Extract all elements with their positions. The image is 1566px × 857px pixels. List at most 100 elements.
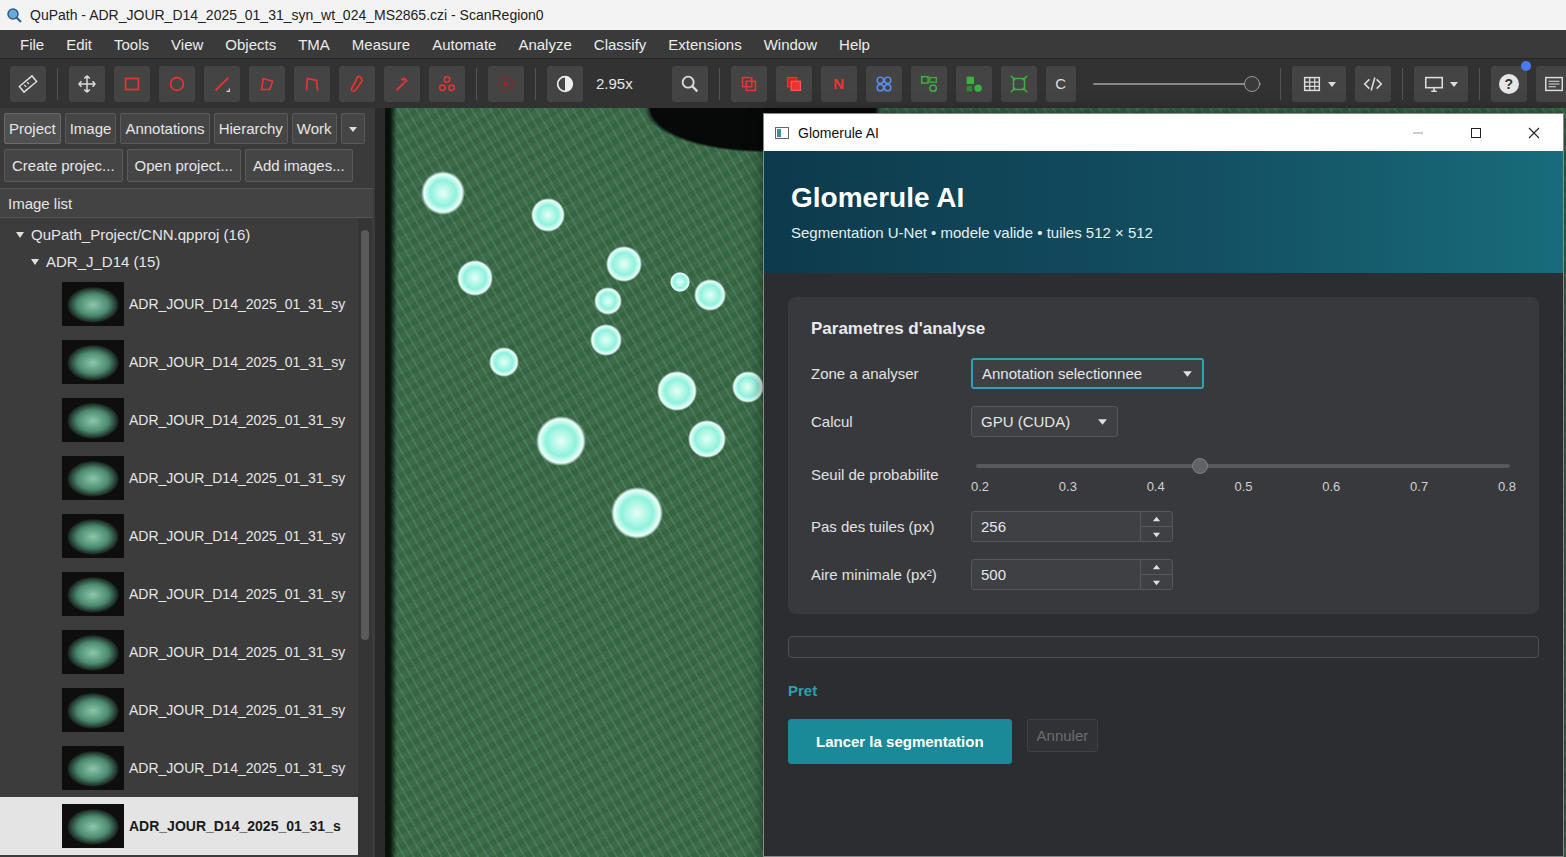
menu-item[interactable]: View bbox=[160, 36, 214, 53]
list-scrollbar[interactable] bbox=[358, 218, 372, 857]
menu-item[interactable]: Analyze bbox=[507, 36, 582, 53]
image-entry[interactable]: ADR_JOUR_D14_2025_01_31_sy bbox=[0, 681, 358, 739]
ellipse-tool-button[interactable] bbox=[159, 66, 195, 102]
minimize-button[interactable] bbox=[1389, 114, 1447, 151]
slider-tick-label: 0.2 bbox=[971, 479, 989, 494]
image-entry[interactable]: ADR_JOUR_D14_2025_01_31_sy bbox=[0, 507, 358, 565]
log-panel-button[interactable] bbox=[1536, 66, 1566, 102]
toolbar-separator bbox=[476, 68, 477, 100]
project-button[interactable]: Create projec... bbox=[4, 149, 123, 182]
toolbar-separator bbox=[1479, 68, 1480, 100]
show-connections-button[interactable] bbox=[1001, 66, 1037, 102]
increment-button[interactable] bbox=[1141, 560, 1172, 574]
menu-item[interactable]: Automate bbox=[421, 36, 507, 53]
expand-triangle-icon[interactable] bbox=[15, 230, 25, 240]
fill-annotations-button[interactable] bbox=[776, 66, 812, 102]
show-names-button[interactable]: N bbox=[821, 66, 857, 102]
opacity-slider[interactable] bbox=[1093, 74, 1261, 94]
parameter-spinner[interactable]: 500 bbox=[971, 559, 1173, 590]
panel-tab[interactable]: Project bbox=[4, 113, 61, 144]
spinner-value[interactable]: 500 bbox=[972, 560, 1140, 589]
up-arrow-icon bbox=[1152, 563, 1161, 572]
panel-splitter[interactable] bbox=[375, 108, 385, 857]
wand-tool-button[interactable] bbox=[384, 66, 420, 102]
toolbar-separator bbox=[1280, 68, 1281, 100]
group-node[interactable]: ADR_J_D14 (15) bbox=[0, 248, 358, 275]
menu-item[interactable]: Window bbox=[753, 36, 828, 53]
close-button[interactable] bbox=[1505, 114, 1563, 151]
show-annotations-button[interactable] bbox=[731, 66, 767, 102]
brush-tool-button[interactable] bbox=[339, 66, 375, 102]
spinner-value[interactable]: 256 bbox=[972, 512, 1140, 541]
move-tool-button[interactable] bbox=[69, 66, 105, 102]
line-tool-button[interactable] bbox=[204, 66, 240, 102]
increment-button[interactable] bbox=[1141, 512, 1172, 526]
menu-item[interactable]: Objects bbox=[214, 36, 287, 53]
scrollbar-thumb[interactable] bbox=[361, 230, 369, 640]
slider-knob[interactable] bbox=[1192, 458, 1208, 474]
zoom-level[interactable]: 2.95x bbox=[592, 75, 663, 92]
menu-item[interactable]: Measure bbox=[341, 36, 421, 53]
show-detections-button[interactable] bbox=[911, 66, 947, 102]
menu-item[interactable]: TMA bbox=[287, 36, 341, 53]
decrement-button[interactable] bbox=[1141, 526, 1172, 541]
measure-tool-button[interactable] bbox=[10, 66, 46, 102]
menu-item[interactable]: File bbox=[9, 36, 55, 53]
parameter-dropdown[interactable]: GPU (CUDA) bbox=[971, 406, 1118, 437]
polygon-tool-button[interactable] bbox=[249, 66, 285, 102]
panel-tab[interactable]: Annotations bbox=[120, 113, 209, 144]
selection-mode-button[interactable] bbox=[488, 66, 524, 102]
points-tool-button[interactable] bbox=[429, 66, 465, 102]
names-label: N bbox=[833, 75, 844, 92]
brightness-contrast-button[interactable] bbox=[547, 66, 583, 102]
panel-tab[interactable]: Image bbox=[65, 113, 117, 144]
decrement-button[interactable] bbox=[1141, 574, 1172, 589]
panel-tab[interactable]: Work bbox=[292, 113, 337, 144]
fill-detections-button[interactable] bbox=[956, 66, 992, 102]
probability-slider[interactable]: 0.20.30.40.50.60.70.8 bbox=[971, 454, 1516, 494]
project-node[interactable]: QuPath_Project/CNN.qpproj (16) bbox=[0, 221, 358, 248]
image-entry[interactable]: ADR_JOUR_D14_2025_01_31_sy bbox=[0, 275, 358, 333]
parameter-spinner[interactable]: 256 bbox=[971, 511, 1173, 542]
menu-item[interactable]: Help bbox=[828, 36, 881, 53]
image-entry[interactable]: ADR_JOUR_D14_2025_01_31_sy bbox=[0, 623, 358, 681]
image-entry[interactable]: ADR_JOUR_D14_2025_01_31_sy bbox=[0, 739, 358, 797]
project-button[interactable]: Open project... bbox=[127, 149, 241, 182]
help-button[interactable]: ? bbox=[1491, 66, 1527, 102]
image-thumbnail bbox=[62, 804, 124, 848]
image-entry[interactable]: ADR_JOUR_D14_2025_01_31_sy bbox=[0, 391, 358, 449]
image-entry[interactable]: ADR_JOUR_D14_2025_01_31_s bbox=[0, 797, 358, 855]
parameters-card: Parametres d'analyseZone a analyserAnnot… bbox=[788, 297, 1539, 614]
code-icon bbox=[1362, 73, 1384, 95]
measurement-table-button[interactable] bbox=[1292, 66, 1346, 102]
maximize-button[interactable] bbox=[1447, 114, 1505, 151]
image-thumbnail bbox=[62, 398, 124, 442]
image-entry[interactable]: ADR_JOUR_D14_2025_01_31_sy bbox=[0, 449, 358, 507]
menu-item[interactable]: Extensions bbox=[657, 36, 752, 53]
show-tma-grid-button[interactable] bbox=[866, 66, 902, 102]
image-label: ADR_JOUR_D14_2025_01_31_sy bbox=[129, 296, 345, 312]
menu-item[interactable]: Tools bbox=[103, 36, 160, 53]
image-list: QuPath_Project/CNN.qpproj (16)ADR_J_D14 … bbox=[0, 218, 375, 857]
zoom-to-fit-button[interactable] bbox=[672, 66, 708, 102]
view-options-button[interactable] bbox=[1414, 66, 1468, 102]
connections-icon bbox=[1008, 73, 1030, 95]
image-entry[interactable]: ADR_JOUR_D14_2025_01_31_sy bbox=[0, 333, 358, 391]
channel-button[interactable]: C bbox=[1046, 66, 1076, 102]
script-editor-button[interactable] bbox=[1355, 66, 1391, 102]
panel-tab[interactable]: Hierarchy bbox=[214, 113, 288, 144]
rectangle-tool-button[interactable] bbox=[114, 66, 150, 102]
menu-item[interactable]: Edit bbox=[55, 36, 103, 53]
polyline-tool-button[interactable] bbox=[294, 66, 330, 102]
expand-triangle-icon[interactable] bbox=[30, 257, 40, 267]
contrast-icon bbox=[554, 73, 576, 95]
image-entry[interactable]: ADR_JOUR_D14_2025_01_31_sy bbox=[0, 565, 358, 623]
project-button[interactable]: Add images... bbox=[245, 149, 353, 182]
menu-item[interactable]: Classify bbox=[583, 36, 658, 53]
dialog-button[interactable]: Lancer la segmentation bbox=[788, 719, 1012, 764]
magnifier-icon bbox=[679, 73, 701, 95]
parameter-dropdown[interactable]: Annotation selectionnee bbox=[971, 358, 1204, 389]
tabs-overflow-button[interactable] bbox=[341, 113, 365, 144]
dropdown-arrow-icon bbox=[1449, 79, 1459, 89]
opacity-slider-knob[interactable] bbox=[1244, 76, 1260, 92]
